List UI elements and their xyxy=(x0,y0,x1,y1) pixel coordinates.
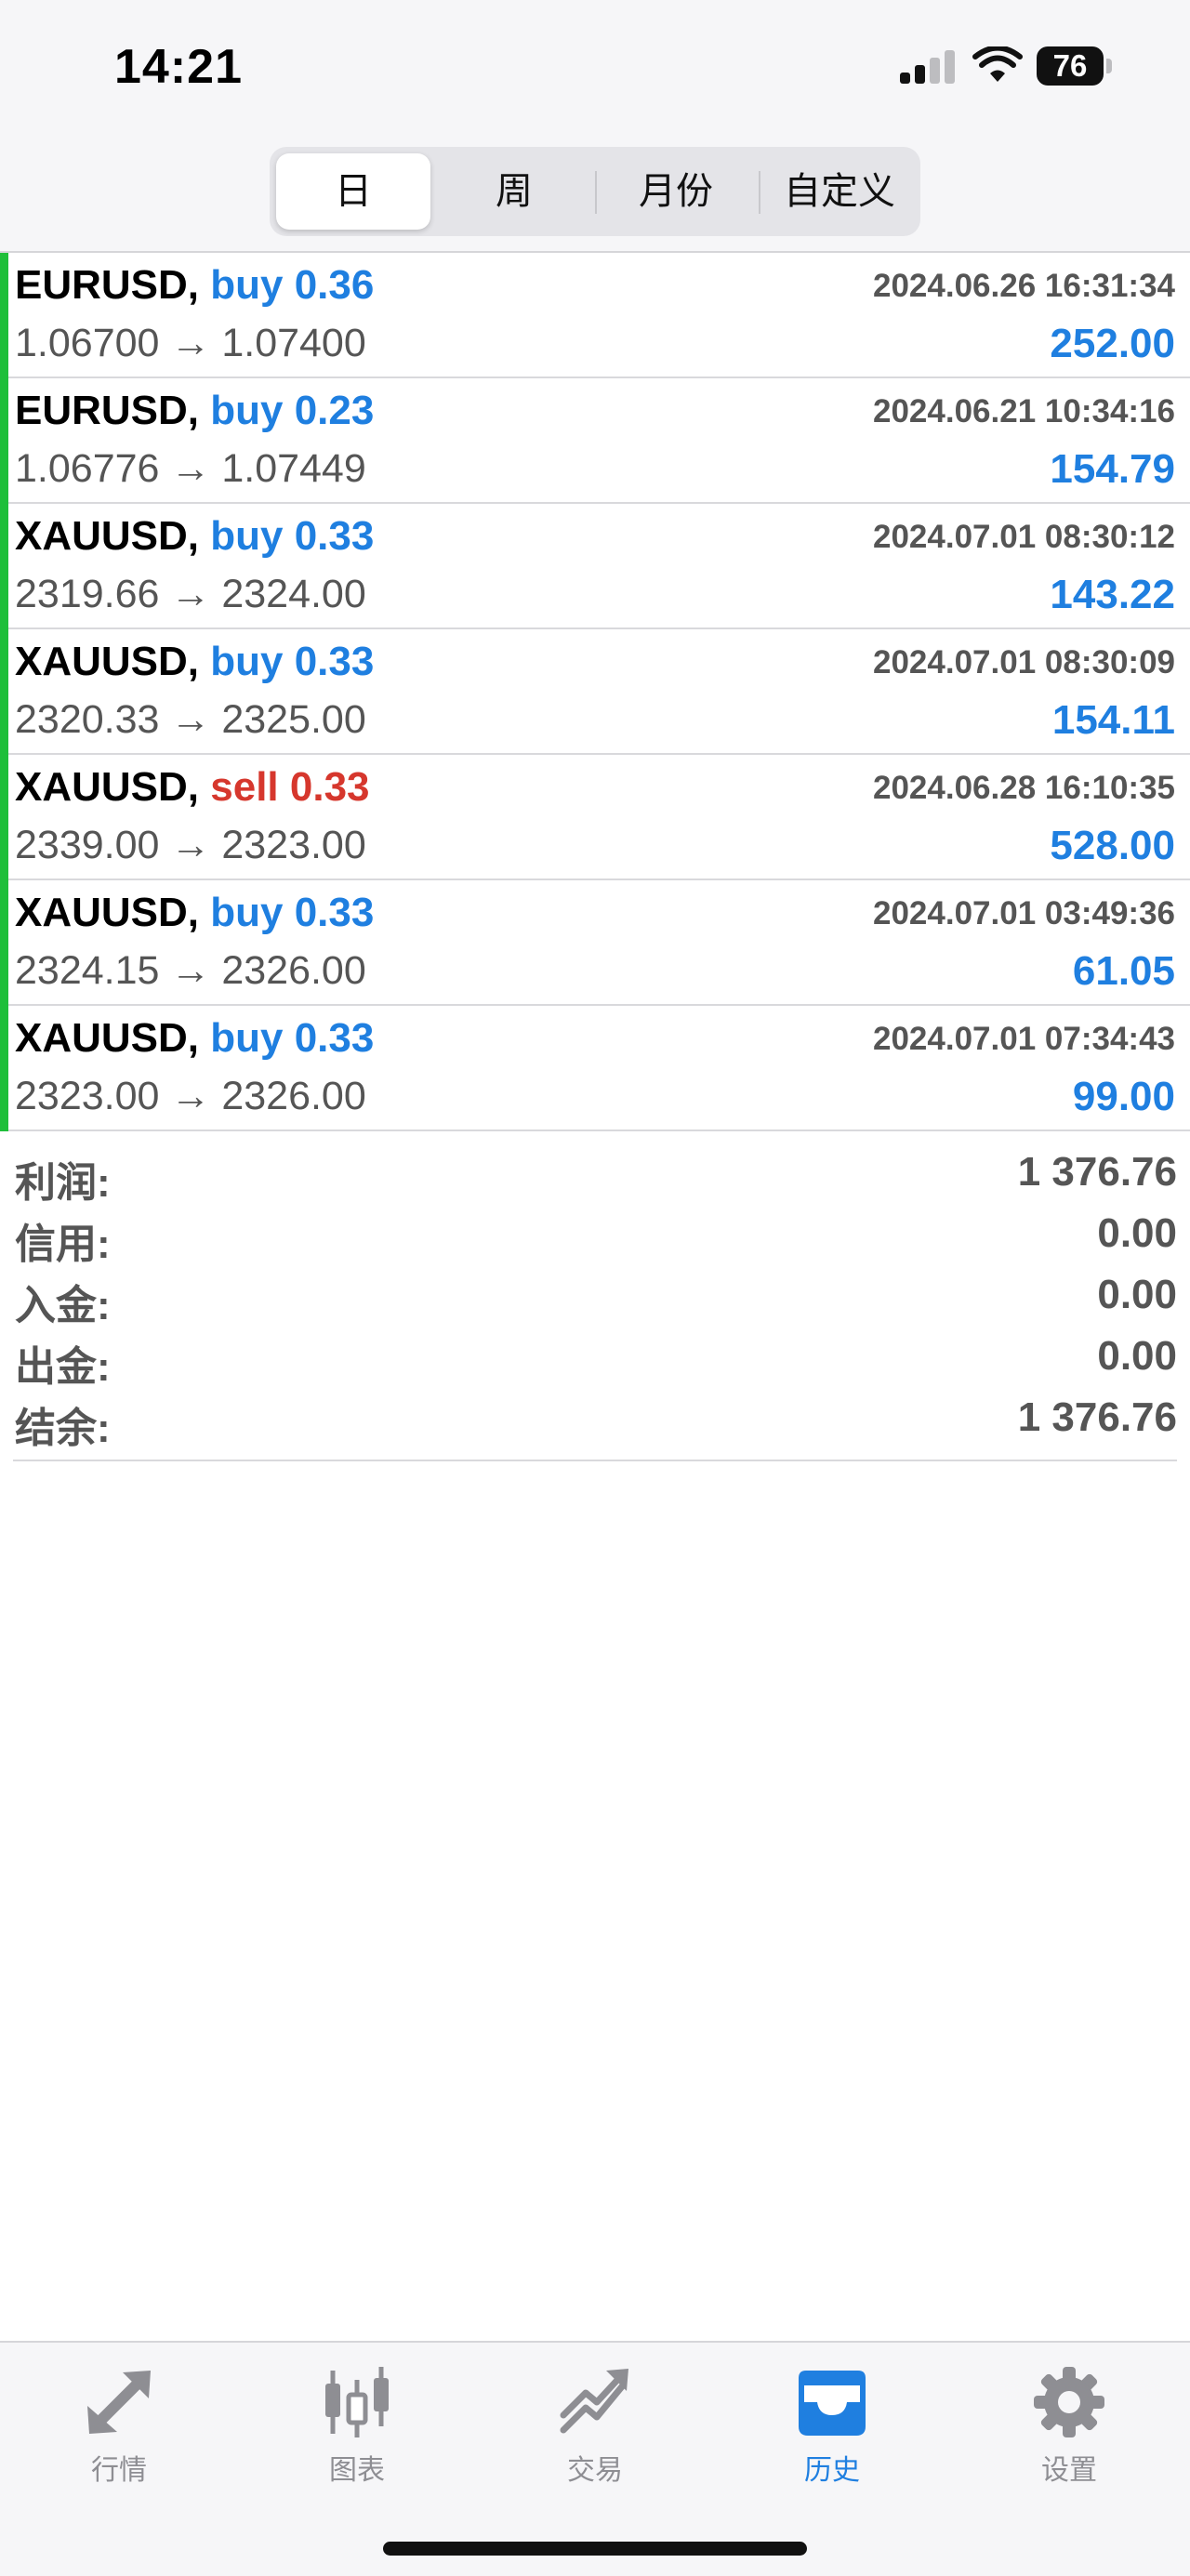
summary-value: 0.00 xyxy=(1097,1210,1177,1256)
tab-label: 设置 xyxy=(1041,2455,1097,2486)
trade-indicator-bar xyxy=(0,755,8,880)
trade-indicator-bar xyxy=(0,504,8,629)
trade-profit: 61.05 xyxy=(1072,948,1175,994)
summary-label: 利润: xyxy=(15,1160,111,1206)
header: 14:21 76 日 周 月份 自定义 xyxy=(0,0,1190,253)
trade-direction: buy 0.36 xyxy=(210,262,375,308)
trade-row[interactable]: XAUUSD, buy 0.33 2024.07.01 08:30:09 232… xyxy=(0,629,1190,755)
summary-value: 1 376.76 xyxy=(1017,1394,1177,1440)
segment-divider xyxy=(759,171,760,214)
summary-label: 出金: xyxy=(15,1344,111,1390)
summary-row-balance: 结余: 1 376.76 xyxy=(13,1385,1177,1451)
tab-label: 交易 xyxy=(567,2455,623,2486)
summary-value: 0.00 xyxy=(1097,1333,1177,1379)
trade-symbol: XAUUSD, buy 0.33 xyxy=(15,890,375,935)
trade-row[interactable]: EURUSD, buy 0.36 2024.06.26 16:31:34 1.0… xyxy=(0,253,1190,378)
trade-prices: 1.06776 → 1.07449 xyxy=(15,446,366,491)
tab-day[interactable]: 日 xyxy=(276,153,430,230)
trade-indicator-bar xyxy=(0,629,8,755)
wifi-icon xyxy=(972,46,1023,82)
trade-symbol: XAUUSD, buy 0.33 xyxy=(15,1015,375,1061)
trade-row[interactable]: XAUUSD, sell 0.33 2024.06.28 16:10:35 23… xyxy=(0,755,1190,880)
trade-indicator-bar xyxy=(0,880,8,1006)
trade-symbol: EURUSD, buy 0.23 xyxy=(15,388,375,433)
trade-time: 2024.06.26 16:31:34 xyxy=(873,268,1175,304)
summary-label: 信用: xyxy=(15,1222,111,1267)
trade-direction: buy 0.33 xyxy=(210,513,375,559)
home-indicator[interactable] xyxy=(383,2542,807,2556)
summary-row-deposit: 入金: 0.00 xyxy=(13,1262,1177,1328)
trade-prices: 2320.33 → 2325.00 xyxy=(15,697,366,742)
trade-history-list: EURUSD, buy 0.36 2024.06.26 16:31:34 1.0… xyxy=(0,253,1190,1131)
tab-label: 图表 xyxy=(329,2455,385,2486)
trade-profit: 143.22 xyxy=(1050,572,1175,617)
battery-icon: 76 xyxy=(1037,46,1113,86)
trade-symbol: XAUUSD, buy 0.33 xyxy=(15,639,375,684)
tab-charts[interactable]: 图表 xyxy=(264,2365,450,2495)
battery-level: 76 xyxy=(1037,46,1104,86)
tab-quotes[interactable]: 行情 xyxy=(26,2365,212,2495)
summary-value: 0.00 xyxy=(1097,1272,1177,1317)
trade-trend-icon xyxy=(560,2369,628,2434)
trade-row[interactable]: XAUUSD, buy 0.33 2024.07.01 03:49:36 232… xyxy=(0,880,1190,1006)
cellular-signal-icon xyxy=(900,50,956,84)
summary-value: 1 376.76 xyxy=(1017,1149,1177,1195)
trade-profit: 154.79 xyxy=(1050,446,1175,492)
trade-indicator-bar xyxy=(0,1006,8,1131)
quotes-arrows-icon xyxy=(87,2371,151,2434)
gear-icon xyxy=(1034,2367,1104,2437)
trade-symbol: XAUUSD, sell 0.33 xyxy=(15,764,370,810)
summary-row-profit: 利润: 1 376.76 xyxy=(13,1140,1177,1206)
tab-week[interactable]: 周 xyxy=(437,153,591,230)
segment-divider xyxy=(595,171,597,214)
tab-label: 历史 xyxy=(804,2455,860,2486)
trade-profit: 528.00 xyxy=(1050,823,1175,868)
summary-row-credit: 信用: 0.00 xyxy=(13,1201,1177,1267)
trade-time: 2024.07.01 03:49:36 xyxy=(873,895,1175,931)
trade-time: 2024.07.01 08:30:09 xyxy=(873,644,1175,680)
trade-prices: 1.06700 → 1.07400 xyxy=(15,321,366,365)
account-summary: 利润: 1 376.76 信用: 0.00 入金: 0.00 出金: 0.00 … xyxy=(13,1140,1177,1461)
trade-direction: buy 0.33 xyxy=(210,1015,375,1061)
trade-prices: 2324.15 → 2326.00 xyxy=(15,948,366,993)
status-time: 14:21 xyxy=(114,40,243,94)
trade-profit: 154.11 xyxy=(1051,697,1175,743)
trade-time: 2024.06.21 10:34:16 xyxy=(873,393,1175,429)
trade-time: 2024.07.01 08:30:12 xyxy=(873,519,1175,555)
history-inbox-icon xyxy=(799,2371,866,2436)
trade-time: 2024.06.28 16:10:35 xyxy=(873,770,1175,806)
tab-trade[interactable]: 交易 xyxy=(502,2365,688,2495)
trade-symbol: XAUUSD, buy 0.33 xyxy=(15,513,375,559)
summary-label: 入金: xyxy=(15,1283,111,1328)
bottom-tab-bar: 行情 图表 交易 历史 设置 xyxy=(0,2341,1190,2576)
trade-time: 2024.07.01 07:34:43 xyxy=(873,1021,1175,1057)
trade-direction: buy 0.23 xyxy=(210,388,375,433)
tab-history[interactable]: 历史 xyxy=(739,2365,925,2495)
tab-settings[interactable]: 设置 xyxy=(976,2365,1162,2495)
trade-profit: 252.00 xyxy=(1050,321,1175,366)
trade-symbol: EURUSD, buy 0.36 xyxy=(15,262,375,308)
trade-prices: 2323.00 → 2326.00 xyxy=(15,1074,366,1118)
trade-direction: sell 0.33 xyxy=(210,764,370,810)
trade-direction: buy 0.33 xyxy=(210,639,375,684)
tab-label: 行情 xyxy=(91,2455,147,2486)
trade-prices: 2339.00 → 2323.00 xyxy=(15,823,366,867)
summary-row-withdrawal: 出金: 0.00 xyxy=(13,1324,1177,1390)
tab-month[interactable]: 月份 xyxy=(599,153,753,230)
candlestick-chart-icon xyxy=(325,2367,389,2437)
trade-row[interactable]: EURUSD, buy 0.23 2024.06.21 10:34:16 1.0… xyxy=(0,378,1190,504)
trade-indicator-bar xyxy=(0,253,8,378)
summary-label: 结余: xyxy=(15,1406,111,1451)
trade-indicator-bar xyxy=(0,378,8,504)
tab-custom[interactable]: 自定义 xyxy=(762,153,917,230)
trade-prices: 2319.66 → 2324.00 xyxy=(15,572,366,616)
period-segmented-control: 日 周 月份 自定义 xyxy=(270,147,920,236)
trade-direction: buy 0.33 xyxy=(210,890,375,935)
trade-profit: 99.00 xyxy=(1072,1074,1175,1119)
trade-row[interactable]: XAUUSD, buy 0.33 2024.07.01 07:34:43 232… xyxy=(0,1006,1190,1131)
trade-row[interactable]: XAUUSD, buy 0.33 2024.07.01 08:30:12 231… xyxy=(0,504,1190,629)
